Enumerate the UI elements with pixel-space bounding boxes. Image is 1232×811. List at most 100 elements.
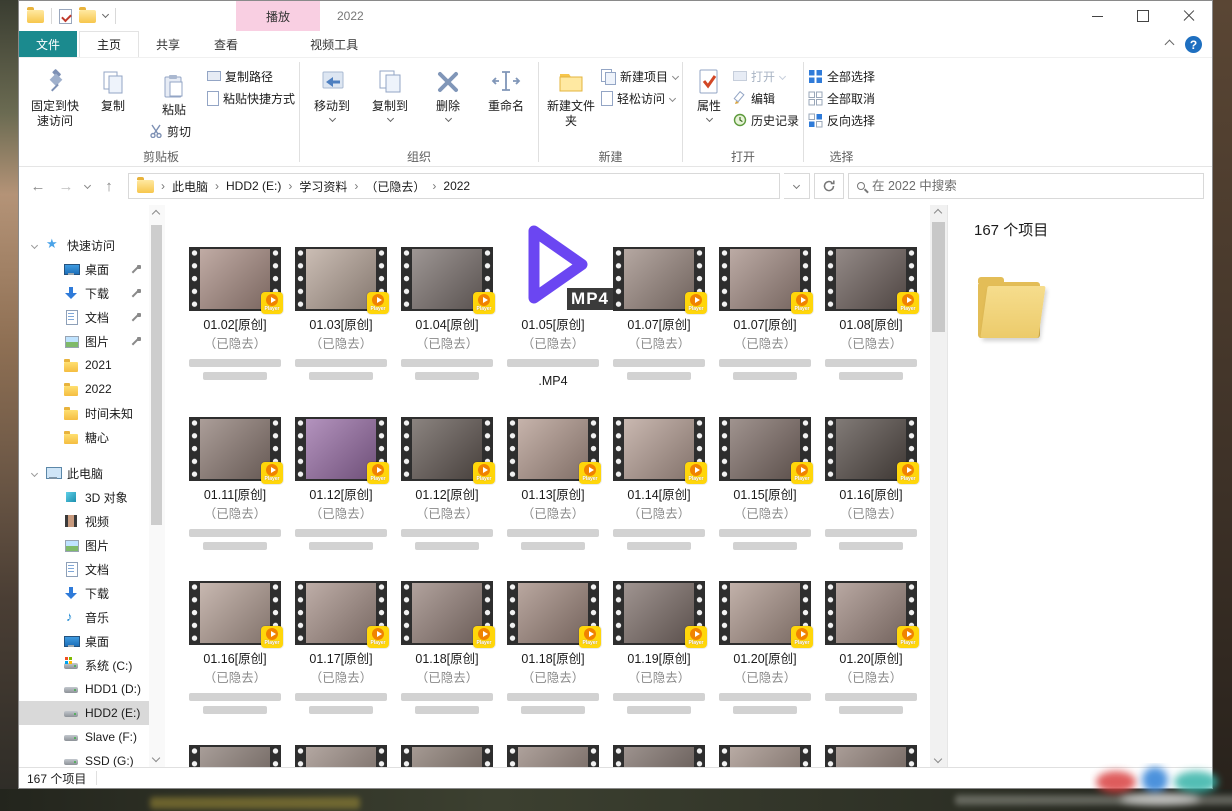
breadcrumb-segment[interactable]: （已隐去）	[359, 178, 431, 195]
rename-button[interactable]: 重命名	[478, 63, 534, 114]
invert-selection-button[interactable]: 反向选择	[808, 111, 875, 129]
file-item[interactable]: Player01.13[原创]（已隐去）	[507, 417, 599, 555]
sidebar-item-ssdg[interactable]: SSD (G:)	[19, 749, 149, 767]
properties-button[interactable]: 属性	[687, 63, 731, 121]
close-button[interactable]	[1166, 1, 1212, 31]
sidebar-item-快速访问[interactable]: 快速访问	[19, 233, 149, 257]
cut-button[interactable]: 剪切	[143, 122, 205, 140]
content-scrollbar[interactable]	[930, 205, 947, 767]
sidebar-item-文档[interactable]: 文档	[19, 557, 149, 581]
sidebar-item-系统c[interactable]: 系统 (C:)	[19, 653, 149, 677]
sidebar-scrollbar[interactable]	[149, 205, 165, 767]
history-button[interactable]: 历史记录	[733, 111, 799, 129]
file-item[interactable]: Player01.19[原创]（已隐去）	[613, 581, 705, 719]
scrollbar-thumb[interactable]	[151, 225, 162, 525]
file-item[interactable]: Player	[719, 745, 811, 767]
sidebar-item-时间未知[interactable]: 时间未知	[19, 401, 149, 425]
address-dropdown-icon[interactable]	[784, 173, 810, 199]
up-icon[interactable]: ↑	[100, 178, 118, 195]
sidebar-item-此电脑[interactable]: 此电脑	[19, 461, 149, 485]
paste-shortcut-button[interactable]: 粘贴快捷方式	[207, 89, 295, 107]
pin-to-quick-access-button[interactable]: 固定到快速访问	[27, 63, 83, 129]
file-item[interactable]: Player	[401, 745, 493, 767]
tab-file[interactable]: 文件	[19, 31, 77, 57]
edit-button[interactable]: 编辑	[733, 89, 799, 107]
sidebar-item-hdd1d[interactable]: HDD1 (D:)	[19, 677, 149, 701]
collapse-ribbon-icon[interactable]	[1165, 40, 1175, 50]
tab-home[interactable]: 主页	[79, 31, 139, 57]
file-item[interactable]: Player01.07[原创]（已隐去）	[613, 247, 705, 391]
sidebar-item-图片[interactable]: 图片	[19, 329, 149, 353]
forward-icon[interactable]: →	[57, 178, 75, 195]
new-folder-icon[interactable]	[79, 10, 96, 23]
move-to-button[interactable]: 移动到	[304, 63, 360, 121]
properties-icon[interactable]	[59, 9, 72, 24]
help-icon[interactable]: ?	[1185, 36, 1202, 53]
sidebar-item-2022[interactable]: 2022	[19, 377, 149, 401]
file-item[interactable]: Player01.16[原创]（已隐去）	[825, 417, 917, 555]
file-item[interactable]: Player01.14[原创]（已隐去）	[613, 417, 705, 555]
scroll-down-icon[interactable]	[934, 755, 942, 763]
file-item[interactable]: Player01.17[原创]（已隐去）	[295, 581, 387, 719]
file-item[interactable]: Player	[613, 745, 705, 767]
file-item[interactable]: Player01.15[原创]（已隐去）	[719, 417, 811, 555]
folder-icon[interactable]	[27, 10, 44, 23]
file-item[interactable]: Player01.07[原创]（已隐去）	[719, 247, 811, 391]
file-item[interactable]: Player01.02[原创]（已隐去）	[189, 247, 281, 391]
back-icon[interactable]: ←	[29, 178, 47, 195]
copy-to-button[interactable]: 复制到	[362, 63, 418, 121]
breadcrumb-segment[interactable]: 2022	[437, 179, 476, 193]
select-all-button[interactable]: 全部选择	[808, 67, 875, 85]
sidebar-item-音乐[interactable]: 音乐	[19, 605, 149, 629]
sidebar-item-下载[interactable]: 下载	[19, 581, 149, 605]
recent-locations-icon[interactable]	[84, 181, 91, 188]
file-item[interactable]: Player01.08[原创]（已隐去）	[825, 247, 917, 391]
file-item[interactable]: Player01.03[原创]（已隐去）	[295, 247, 387, 391]
file-item[interactable]: Player01.16[原创]（已隐去）	[189, 581, 281, 719]
tab-video-tools[interactable]: 视频工具	[293, 31, 375, 57]
file-item[interactable]: Player	[295, 745, 387, 767]
maximize-button[interactable]	[1120, 1, 1166, 31]
easy-access-button[interactable]: 轻松访问	[601, 89, 678, 107]
file-item[interactable]: Player01.12[原创]（已隐去）	[295, 417, 387, 555]
sidebar-item-糖心[interactable]: 糖心	[19, 425, 149, 449]
file-item[interactable]: Player01.18[原创]（已隐去）	[507, 581, 599, 719]
sidebar-item-文档[interactable]: 文档	[19, 305, 149, 329]
paste-button[interactable]: 粘贴	[143, 67, 205, 118]
expander-icon[interactable]	[30, 469, 37, 476]
file-item[interactable]: MP401.05[原创]（已隐去）.MP4	[507, 247, 599, 391]
breadcrumb[interactable]: ›此电脑›HDD2 (E:)›学习资料›（已隐去）›2022	[128, 173, 780, 199]
file-item[interactable]: Player01.20[原创]（已隐去）	[825, 581, 917, 719]
file-item[interactable]: Player	[825, 745, 917, 767]
copy-path-button[interactable]: 复制路径	[207, 67, 295, 85]
search-input[interactable]	[872, 179, 1195, 193]
new-folder-button[interactable]: 新建文件夹	[543, 63, 599, 129]
delete-button[interactable]: 删除	[420, 63, 476, 121]
scroll-down-icon[interactable]	[152, 754, 160, 762]
file-item[interactable]: Player01.04[原创]（已隐去）	[401, 247, 493, 391]
search-box[interactable]	[848, 173, 1204, 199]
sidebar-item-下载[interactable]: 下载	[19, 281, 149, 305]
new-item-button[interactable]: 新建项目	[601, 67, 678, 85]
tab-share[interactable]: 共享	[139, 31, 197, 57]
select-none-button[interactable]: 全部取消	[808, 89, 875, 107]
tab-view[interactable]: 查看	[197, 31, 255, 57]
expander-icon[interactable]	[30, 241, 37, 248]
sidebar-item-2021[interactable]: 2021	[19, 353, 149, 377]
open-button[interactable]: 打开	[733, 67, 799, 85]
breadcrumb-segment[interactable]: 此电脑	[166, 178, 214, 195]
scroll-up-icon[interactable]	[152, 210, 160, 218]
refresh-button[interactable]	[814, 173, 844, 199]
file-item[interactable]: Player	[189, 745, 281, 767]
file-item[interactable]: Player01.12[原创]（已隐去）	[401, 417, 493, 555]
contextual-tab-play[interactable]: 播放	[236, 1, 320, 31]
file-item[interactable]: Player	[507, 745, 599, 767]
breadcrumb-segment[interactable]: HDD2 (E:)	[220, 179, 287, 193]
breadcrumb-segment[interactable]: 学习资料	[293, 178, 353, 195]
copy-button[interactable]: 复制	[85, 63, 141, 114]
sidebar-item-桌面[interactable]: 桌面	[19, 629, 149, 653]
sidebar-item-视频[interactable]: 视频	[19, 509, 149, 533]
sidebar-item-slavef[interactable]: Slave (F:)	[19, 725, 149, 749]
sidebar-item-3d对象[interactable]: 3D 对象	[19, 485, 149, 509]
file-item[interactable]: Player01.18[原创]（已隐去）	[401, 581, 493, 719]
